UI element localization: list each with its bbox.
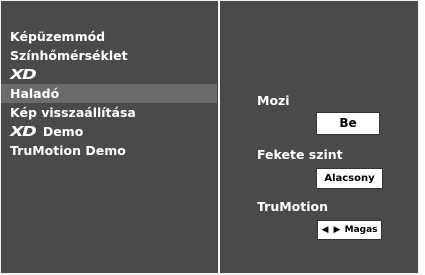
menu-item-szinhomerseklet[interactable]: Színhőmérséklet [1, 46, 217, 65]
mozi-label: Mozi [257, 93, 290, 108]
fekete-szint-value: Alacsony [324, 173, 375, 184]
menu-item-trumotion-demo[interactable]: TruMotion Demo [1, 141, 217, 160]
fekete-szint-label: Fekete szint [257, 147, 343, 162]
menu-item-kepuzemmod[interactable]: Képüzemmód [1, 27, 217, 46]
settings-panel: Mozi Be Fekete szint Alacsony TruMotion … [220, 1, 418, 273]
menu-item-label: TruMotion Demo [10, 143, 126, 158]
xd-logo: XD [10, 125, 37, 140]
left-right-arrows-icon[interactable]: ◀ ▶ [321, 225, 341, 235]
menu-item-kep-visszaallitasa[interactable]: Kép visszaállítása [1, 103, 217, 122]
menu-item-label: Demo [42, 124, 84, 139]
menu-item-label: Képüzemmód [10, 29, 106, 44]
menu-item-halado[interactable]: Haladó [1, 84, 217, 103]
menu-item-xd[interactable]: XD [1, 65, 217, 84]
mozi-value-box[interactable]: Be [316, 112, 380, 135]
trumotion-value-box[interactable]: ◀ ▶ Magas [317, 220, 382, 240]
fekete-szint-value-box[interactable]: Alacsony [316, 168, 383, 189]
menu-item-xd-demo[interactable]: XD Demo [1, 122, 217, 141]
osd-menu-window: Képüzemmód Színhőmérséklet XD Haladó Kép… [0, 0, 419, 274]
menu-item-label: Haladó [10, 86, 60, 101]
trumotion-label: TruMotion [257, 199, 328, 214]
trumotion-value: Magas [344, 225, 378, 235]
main-menu-list: Képüzemmód Színhőmérséklet XD Haladó Kép… [1, 27, 217, 160]
xd-logo: XD [10, 68, 37, 83]
menu-item-label: Kép visszaállítása [10, 105, 136, 120]
menu-item-label: Színhőmérséklet [10, 48, 128, 63]
mozi-value: Be [339, 116, 357, 130]
